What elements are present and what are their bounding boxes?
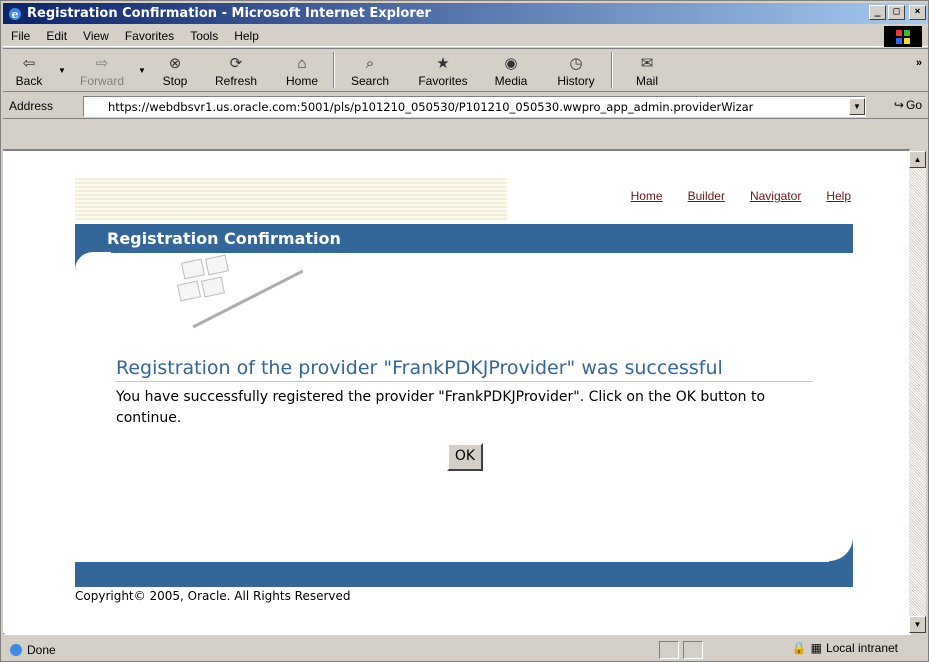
forward-dropdown[interactable]: ▼ <box>135 49 149 91</box>
mail-label: Mail <box>635 74 658 88</box>
media-button[interactable]: ◉ Media <box>481 49 541 91</box>
header-decoration <box>75 178 507 221</box>
back-arrow-icon: ⇦ <box>22 55 36 72</box>
ie-logo-icon: e <box>9 7 21 21</box>
link-home[interactable]: Home <box>631 189 663 203</box>
status-pane <box>683 641 703 659</box>
history-button[interactable]: ◷ History <box>541 49 611 91</box>
status-text: Done <box>27 643 56 657</box>
go-arrow-icon: ↪ <box>893 98 904 112</box>
forward-label: Forward <box>79 74 124 88</box>
link-navigator[interactable]: Navigator <box>750 189 801 203</box>
address-input[interactable]: https://webdbsvr1.us.oracle.com:5001/pls… <box>83 96 866 117</box>
wizard-illustration-icon <box>176 254 303 329</box>
forward-button[interactable]: ⇨ Forward <box>69 49 135 91</box>
favorites-button[interactable]: ★ Favorites <box>405 49 481 91</box>
stop-icon: ⊗ <box>168 55 182 72</box>
window-title: Registration Confirmation - Microsoft In… <box>27 6 431 21</box>
scroll-up-icon[interactable]: ▲ <box>909 151 926 168</box>
link-builder[interactable]: Builder <box>688 189 725 203</box>
intranet-icon: ▦ <box>810 641 822 655</box>
search-button[interactable]: ⌕ Search <box>335 49 405 91</box>
copyright: Copyright© 2005, Oracle. All Rights Rese… <box>75 589 351 603</box>
scroll-down-icon[interactable]: ▼ <box>909 616 926 633</box>
home-label: Home <box>285 74 318 88</box>
success-heading: Registration of the provider "FrankPDKJP… <box>116 357 813 382</box>
status-pane <box>659 641 679 659</box>
lock-icon: 🔒 <box>791 641 807 655</box>
status-done: Done <box>9 643 56 657</box>
refresh-label: Refresh <box>214 74 258 88</box>
footer-curve <box>805 513 853 562</box>
vertical-scrollbar[interactable]: ▲ ▼ <box>909 151 926 633</box>
address-url[interactable]: https://webdbsvr1.us.oracle.com:5001/pls… <box>84 100 849 114</box>
menu-favorites[interactable]: Favorites <box>117 29 182 43</box>
footer-banner <box>75 562 853 587</box>
global-links: Home Builder Navigator Help <box>631 189 851 203</box>
browser-window: e Registration Confirmation - Microsoft … <box>0 0 929 662</box>
back-dropdown[interactable]: ▼ <box>55 49 69 91</box>
home-icon: ⌂ <box>297 54 307 72</box>
status-bar: Done 🔒 ▦ Local intranet <box>3 639 928 661</box>
search-icon: ⌕ <box>365 54 375 72</box>
windows-logo-icon <box>884 26 922 47</box>
go-button[interactable]: ↪ Go <box>894 98 922 112</box>
page-icon <box>10 644 22 656</box>
security-zone: 🔒 ▦ Local intranet <box>792 641 898 655</box>
back-label: Back <box>15 74 43 88</box>
refresh-icon: ⟳ <box>229 55 243 72</box>
link-help[interactable]: Help <box>826 189 851 203</box>
address-label: Address <box>9 98 54 113</box>
history-icon: ◷ <box>569 55 583 72</box>
address-bar: Address https://webdbsvr1.us.oracle.com:… <box>3 93 928 119</box>
maximize-button[interactable]: □ <box>888 5 905 20</box>
standard-toolbar: ⇦ Back ▼ ⇨ Forward ▼ ⊗ Stop ⟳ Refresh ⌂ … <box>3 48 928 92</box>
page-title: Registration Confirmation <box>107 229 341 248</box>
svg-text:e: e <box>12 8 19 21</box>
menu-view[interactable]: View <box>75 29 117 43</box>
stop-label: Stop <box>162 74 188 88</box>
back-button[interactable]: ⇦ Back <box>3 49 55 91</box>
menu-file[interactable]: File <box>3 29 38 43</box>
home-button[interactable]: ⌂ Home <box>271 49 333 91</box>
history-label: History <box>557 74 595 88</box>
close-button[interactable]: × <box>909 5 926 20</box>
menu-edit[interactable]: Edit <box>38 29 75 43</box>
forward-arrow-icon: ⇨ <box>95 55 109 72</box>
menu-bar: File Edit View Favorites Tools Help <box>3 25 928 47</box>
media-icon: ◉ <box>504 55 518 72</box>
favorites-label: Favorites <box>418 74 468 88</box>
title-bar: e Registration Confirmation - Microsoft … <box>3 3 928 24</box>
menu-tools[interactable]: Tools <box>182 29 226 43</box>
zone-label: Local intranet <box>825 641 898 655</box>
go-label: Go <box>905 98 922 112</box>
toolbar-chevron[interactable]: » <box>916 57 922 69</box>
stop-button[interactable]: ⊗ Stop <box>149 49 201 91</box>
success-message: You have successfully registered the pro… <box>116 389 766 426</box>
media-label: Media <box>494 74 528 88</box>
page-content: Home Builder Navigator Help Registration… <box>3 151 909 633</box>
refresh-button[interactable]: ⟳ Refresh <box>201 49 271 91</box>
address-dropdown-icon[interactable]: ▼ <box>849 98 865 115</box>
favorites-icon: ★ <box>436 55 450 72</box>
ok-button[interactable]: OK <box>447 443 483 471</box>
search-label: Search <box>350 74 390 88</box>
minimize-button[interactable]: _ <box>869 5 886 20</box>
mail-button[interactable]: ✉ Mail <box>613 49 681 91</box>
banner-curve <box>75 252 111 288</box>
mail-icon: ✉ <box>640 55 654 72</box>
menu-help[interactable]: Help <box>226 29 267 43</box>
